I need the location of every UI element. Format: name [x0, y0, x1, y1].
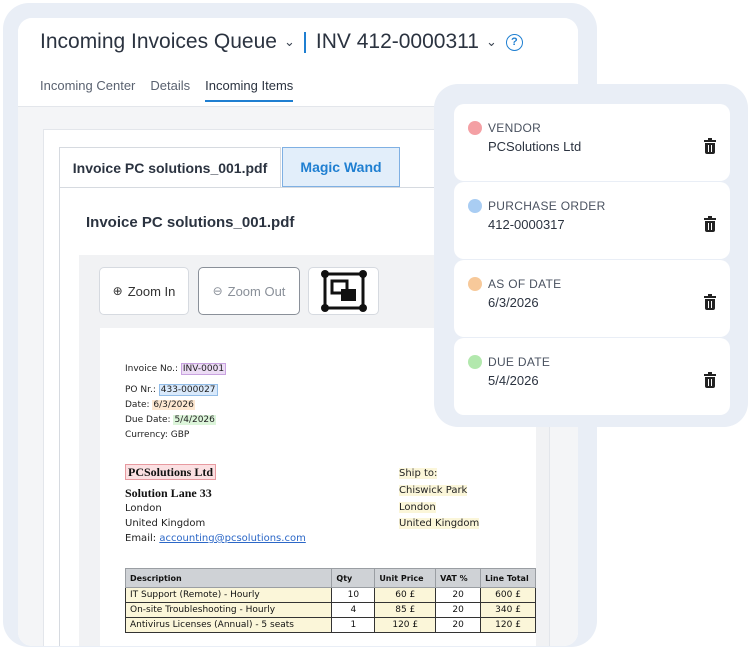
table-row: Antivirus Licenses (Annual) - 5 seats 1 …	[124, 617, 536, 633]
table-cell: 120 £	[480, 617, 536, 633]
vendor-country: United Kingdom	[125, 518, 206, 529]
ship-to-city: London	[399, 502, 436, 513]
fit-page-icon	[320, 270, 367, 312]
invoice-number-label: Invoice No.:	[125, 364, 179, 374]
vendor-name[interactable]: PCSolutions Ltd	[125, 464, 217, 480]
table-cell: 85 £	[374, 602, 437, 618]
vendor-color-dot	[468, 121, 482, 135]
field-purchase-order[interactable]: PURCHASE ORDER 412-0000317	[454, 182, 730, 259]
extracted-fields-panel: VENDOR PCSolutions Ltd PURCHASE ORDER 41…	[454, 104, 730, 415]
field-label: AS OF DATE	[488, 277, 562, 291]
field-label: VENDOR	[488, 121, 542, 135]
tab-incoming-center[interactable]: Incoming Center	[40, 78, 135, 102]
vendor-address: Solution Lane 33	[125, 486, 212, 500]
field-as-of-date[interactable]: AS OF DATE 6/3/2026	[454, 260, 730, 337]
zoom-in-icon: ⊕	[112, 284, 123, 298]
invoice-number[interactable]: INV-0001	[180, 363, 227, 375]
zoom-in-label: Zoom In	[127, 283, 176, 299]
table-cell: Antivirus Licenses (Annual) - 5 seats	[124, 617, 333, 633]
po-line: PO Nr.: 433-000027	[125, 384, 218, 396]
help-icon[interactable]: ?	[505, 33, 523, 51]
column-header: Qty	[331, 568, 376, 588]
table-cell: 4	[331, 602, 376, 618]
email-line: Email: accounting@pcsolutions.com	[125, 533, 306, 544]
fit-page-button[interactable]	[308, 267, 379, 315]
chevron-down-icon[interactable]: ⌄	[486, 34, 497, 50]
tab-file[interactable]: Invoice PC solutions_001.pdf	[59, 147, 281, 187]
po-label: PO Nr.:	[125, 385, 156, 395]
title-row: Incoming Invoices Queue ⌄ INV 412-000031…	[40, 30, 523, 54]
field-label: DUE DATE	[488, 355, 551, 369]
zoom-out-button[interactable]: ⊖ Zoom Out	[198, 267, 300, 315]
date-color-dot	[468, 277, 482, 291]
email-label: Email:	[125, 533, 157, 544]
table-cell: 10	[331, 587, 376, 603]
chevron-down-icon[interactable]: ⌄	[284, 34, 295, 50]
column-header: VAT %	[435, 568, 482, 588]
table-cell: On-site Troubleshooting - Hourly	[124, 602, 333, 618]
vendor-line: PCSolutions Ltd	[125, 464, 217, 480]
zoom-in-button[interactable]: ⊕ Zoom In	[99, 267, 189, 315]
ship-to-country: United Kingdom	[399, 518, 480, 529]
invoice-date[interactable]: 6/3/2026	[152, 400, 195, 410]
line-items-table: Description Qty Unit Price VAT % Line To…	[124, 568, 536, 633]
vendor-city: London	[125, 503, 162, 514]
po-number[interactable]: 433-000027	[158, 384, 218, 396]
table-cell: 20	[435, 602, 482, 618]
tab-magic-wand[interactable]: Magic Wand	[282, 147, 400, 187]
field-value: 5/4/2026	[488, 373, 539, 388]
ship-to-label: Ship to:	[399, 468, 438, 479]
due-label: Due Date:	[125, 415, 171, 425]
field-value: 412-0000317	[488, 217, 565, 232]
invoice-id[interactable]: INV 412-0000311	[316, 30, 479, 54]
due-line: Due Date: 5/4/2026	[125, 415, 216, 425]
table-cell: 20	[435, 617, 482, 633]
table-row: On-site Troubleshooting - Hourly 4 85 £ …	[124, 602, 536, 618]
column-header: Line Total	[480, 568, 536, 588]
invoice-number-line: Invoice No.: INV-0001	[125, 363, 227, 375]
tab-details[interactable]: Details	[150, 78, 190, 102]
field-value: 6/3/2026	[488, 295, 539, 310]
date-label: Date:	[125, 400, 150, 410]
field-value: PCSolutions Ltd	[488, 139, 582, 154]
table-cell: IT Support (Remote) - Hourly	[124, 587, 333, 603]
table-cell: 120 £	[374, 617, 437, 633]
table-cell: 340 £	[480, 602, 536, 618]
due-date[interactable]: 5/4/2026	[173, 415, 216, 425]
tab-bar: Incoming Center Details Incoming Items	[40, 78, 308, 102]
table-cell: 600 £	[480, 587, 536, 603]
due-color-dot	[468, 355, 482, 369]
field-label: PURCHASE ORDER	[488, 199, 606, 213]
email-link[interactable]: accounting@pcsolutions.com	[159, 533, 306, 544]
title-divider	[303, 31, 306, 53]
trash-icon[interactable]	[704, 372, 716, 388]
column-header: Unit Price	[374, 568, 437, 588]
table-cell: 1	[331, 617, 376, 633]
po-color-dot	[468, 199, 482, 213]
tab-incoming-items[interactable]: Incoming Items	[205, 78, 294, 102]
zoom-out-icon: ⊖	[212, 284, 223, 298]
trash-icon[interactable]	[704, 138, 716, 154]
table-cell: 20	[435, 587, 482, 603]
document-heading: Invoice PC solutions_001.pdf	[86, 214, 295, 231]
currency-line: Currency: GBP	[125, 430, 190, 440]
queue-title[interactable]: Incoming Invoices Queue	[40, 30, 277, 54]
column-header: Description	[124, 568, 333, 588]
table-row: IT Support (Remote) - Hourly 10 60 £ 20 …	[124, 587, 536, 603]
table-cell: 60 £	[374, 587, 437, 603]
trash-icon[interactable]	[704, 216, 716, 232]
field-vendor[interactable]: VENDOR PCSolutions Ltd	[454, 104, 730, 181]
zoom-out-label: Zoom Out	[227, 283, 286, 299]
trash-icon[interactable]	[704, 294, 716, 310]
field-due-date[interactable]: DUE DATE 5/4/2026	[454, 338, 730, 415]
ship-to-name: Chiswick Park	[399, 485, 468, 496]
date-line: Date: 6/3/2026	[125, 400, 195, 410]
table-header-row: Description Qty Unit Price VAT % Line To…	[124, 568, 536, 588]
